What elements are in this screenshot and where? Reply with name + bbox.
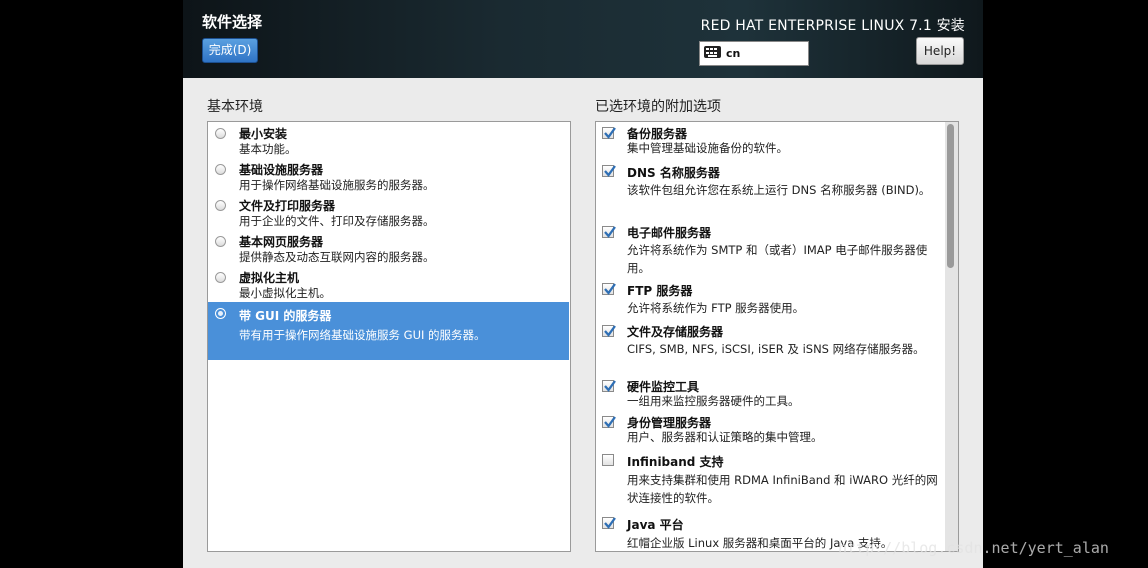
checkmark-icon (604, 283, 616, 295)
env-item-description: 带有用于操作网络基础设施服务 GUI 的服务器。 (239, 328, 486, 342)
env-item-title: 带 GUI 的服务器 (239, 309, 332, 323)
addon-description: 允许将系统作为 FTP 服务器使用。 (627, 301, 805, 315)
env-item-virtualization-host[interactable]: 虚拟化主机 最小虚拟化主机。 (208, 266, 569, 302)
addons-label: 已选环境的附加选项 (595, 99, 721, 115)
checkbox[interactable] (602, 517, 616, 529)
radio-button-selected[interactable] (215, 308, 226, 319)
scrollbar[interactable] (945, 122, 958, 551)
env-item-description: 用于企业的文件、打印及存储服务器。 (239, 214, 435, 228)
checkmark-icon (604, 165, 616, 177)
checkbox[interactable] (602, 380, 616, 392)
checkbox[interactable] (602, 325, 616, 337)
radio-button[interactable] (215, 272, 226, 283)
addon-description: CIFS, SMB, NFS, iSCSI, iSER 及 iSNS 网络存储服… (627, 342, 925, 356)
help-button[interactable]: Help! (916, 37, 964, 65)
env-item-infrastructure-server[interactable]: 基础设施服务器 用于操作网络基础设施服务的服务器。 (208, 158, 569, 194)
watermark: http://blog.csdn.net/yert_alan (838, 539, 1109, 557)
checkbox[interactable] (602, 226, 616, 238)
env-item-title: 基本网页服务器 (239, 235, 324, 249)
env-item-title: 基础设施服务器 (239, 163, 324, 177)
scrollbar-thumb[interactable] (947, 124, 954, 268)
product-title: RED HAT ENTERPRISE LINUX 7.1 安装 (700, 18, 965, 34)
env-item-title: 文件及打印服务器 (239, 199, 336, 213)
right-black-margin (983, 0, 1148, 568)
keyboard-layout-label: cn (726, 47, 741, 60)
env-item-file-print-server[interactable]: 文件及打印服务器 用于企业的文件、打印及存储服务器。 (208, 194, 569, 230)
env-item-title: 最小安装 (239, 127, 288, 141)
env-item-description: 基本功能。 (239, 142, 297, 156)
checkbox[interactable] (602, 283, 616, 295)
env-item-minimal[interactable]: 最小安装 基本功能。 (208, 122, 569, 158)
checkmark-icon (604, 380, 616, 392)
env-item-title: 虚拟化主机 (239, 271, 300, 285)
env-item-description: 提供静态及动态互联网内容的服务器。 (239, 250, 435, 264)
keyboard-icon (704, 46, 721, 58)
radio-button[interactable] (215, 164, 226, 175)
checkbox[interactable] (602, 416, 616, 428)
addon-title: FTP 服务器 (627, 284, 693, 298)
addons-list: 备份服务器 集中管理基础设施备份的软件。 DNS 名称服务器 该软件包组允许您在… (595, 121, 959, 552)
header-bar: 软件选择 完成(D) RED HAT ENTERPRISE LINUX 7.1 … (183, 0, 983, 78)
env-item-description: 用于操作网络基础设施服务的服务器。 (239, 178, 435, 192)
addon-description: 允许将系统作为 SMTP 和（或者）IMAP 电子邮件服务器使用。 (627, 243, 928, 275)
checkbox[interactable] (602, 454, 614, 466)
checkbox[interactable] (602, 165, 616, 177)
checkmark-icon (604, 127, 616, 139)
addon-description: 用户、服务器和认证策略的集中管理。 (627, 430, 823, 444)
base-environment-label: 基本环境 (207, 99, 263, 115)
checkmark-icon (604, 226, 616, 238)
done-button[interactable]: 完成(D) (202, 38, 258, 63)
addon-title: 文件及存储服务器 (627, 325, 724, 339)
page-title: 软件选择 (202, 13, 263, 31)
addon-title: Java 平台 (627, 518, 684, 532)
radio-button[interactable] (215, 128, 226, 139)
radio-button[interactable] (215, 236, 226, 247)
addon-description: 用来支持集群和使用 RDMA InfiniBand 和 iWARO 光纤的网状连… (627, 473, 938, 505)
addon-title: 电子邮件服务器 (627, 226, 712, 240)
env-item-server-with-gui[interactable]: 带 GUI 的服务器 带有用于操作网络基础设施服务 GUI 的服务器。 (208, 302, 569, 360)
env-item-description: 最小虚拟化主机。 (239, 286, 331, 300)
radio-button[interactable] (215, 200, 226, 211)
addon-title: Infiniband 支持 (627, 455, 724, 469)
base-environment-list: 最小安装 基本功能。 基础设施服务器 用于操作网络基础设施服务的服务器。 文件及… (207, 121, 571, 552)
addon-title: DNS 名称服务器 (627, 166, 720, 180)
checkmark-icon (604, 517, 616, 529)
keyboard-layout-indicator[interactable]: cn (699, 41, 809, 66)
addon-description: 该软件包组允许您在系统上运行 DNS 名称服务器 (BIND)。 (627, 183, 931, 197)
checkmark-icon (604, 416, 616, 428)
env-item-web-server[interactable]: 基本网页服务器 提供静态及动态互联网内容的服务器。 (208, 230, 569, 266)
addon-description: 集中管理基础设施备份的软件。 (627, 141, 788, 155)
left-black-margin (0, 0, 183, 568)
installer-content: 软件选择 完成(D) RED HAT ENTERPRISE LINUX 7.1 … (183, 0, 983, 568)
addon-description: 一组用来监控服务器硬件的工具。 (627, 394, 800, 408)
checkmark-icon (604, 325, 616, 337)
checkbox[interactable] (602, 127, 616, 139)
